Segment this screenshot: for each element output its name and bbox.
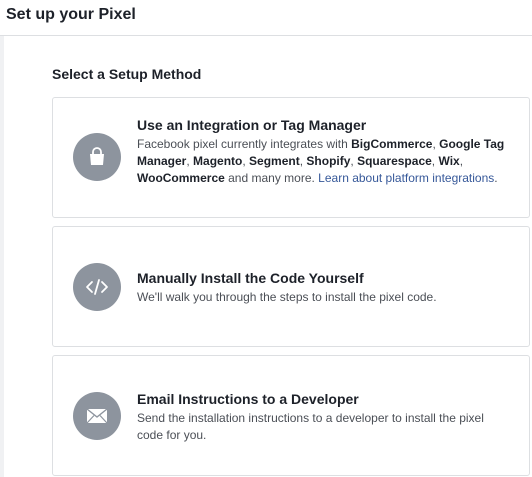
section-title: Select a Setup Method <box>52 66 202 82</box>
email-developer-option-description: Send the installation instructions to a … <box>137 411 484 442</box>
partner-wix: Wix <box>438 154 460 168</box>
manual-install-option-card[interactable]: Manually Install the Code Yourself We'll… <box>52 226 530 347</box>
email-developer-option-title: Email Instructions to a Developer <box>137 391 359 407</box>
partner-squarespace: Squarespace <box>357 154 432 168</box>
platform-integrations-link[interactable]: Learn about platform integrations <box>318 171 494 185</box>
integration-option-description: Facebook pixel currently integrates with… <box>137 137 505 185</box>
manual-install-option-text: Manually Install the Code Yourself We'll… <box>137 269 513 306</box>
page-header: Set up your Pixel <box>0 0 532 36</box>
partner-woocommerce: WooCommerce <box>137 171 225 185</box>
manual-install-option-description: We'll walk you through the steps to inst… <box>137 290 437 304</box>
page-title: Set up your Pixel <box>6 6 136 23</box>
integration-option-text: Use an Integration or Tag Manager Facebo… <box>137 116 513 187</box>
email-developer-option-text: Email Instructions to a Developer Send t… <box>137 390 513 444</box>
integration-option-card[interactable]: Use an Integration or Tag Manager Facebo… <box>52 97 530 218</box>
integration-desc-end: . <box>494 171 498 185</box>
partner-shopify: Shopify <box>306 154 351 168</box>
partner-magento: Magento <box>193 154 243 168</box>
integration-option-title: Use an Integration or Tag Manager <box>137 117 367 133</box>
manual-install-option-title: Manually Install the Code Yourself <box>137 270 364 286</box>
integration-desc-outro: and many more. <box>224 171 319 185</box>
envelope-icon <box>73 392 121 440</box>
code-icon <box>73 263 121 311</box>
email-developer-option-card[interactable]: Email Instructions to a Developer Send t… <box>52 355 530 476</box>
shopping-bag-icon <box>73 133 121 181</box>
integration-desc-intro: Facebook pixel currently integrates with <box>137 137 352 151</box>
partner-bigcommerce: BigCommerce <box>351 137 433 151</box>
partner-segment: Segment <box>249 154 300 168</box>
